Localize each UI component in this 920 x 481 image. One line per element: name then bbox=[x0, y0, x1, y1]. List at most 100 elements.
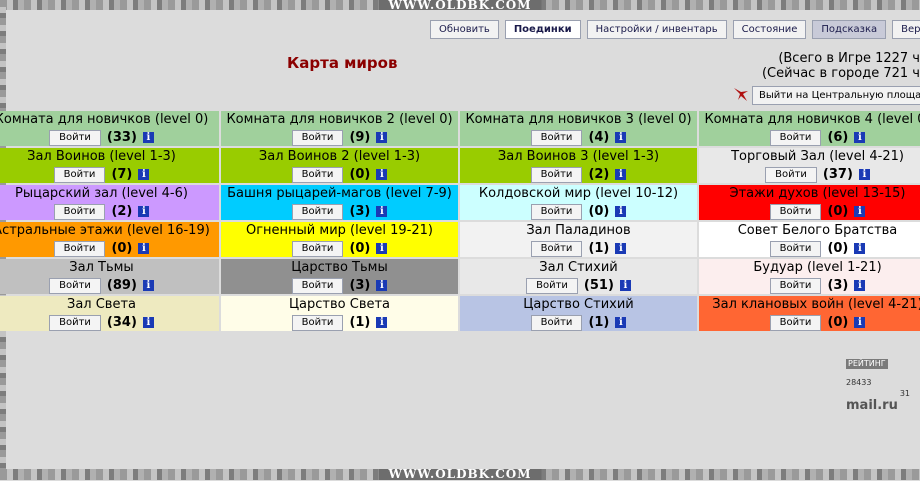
room-name: Будуар (level 1-21) bbox=[753, 260, 882, 275]
info-icon[interactable]: i bbox=[615, 206, 627, 217]
room-cell: Комната для новичков (level 0) Войти (33) i bbox=[0, 111, 219, 146]
fights-button[interactable]: Поединки bbox=[504, 20, 581, 39]
enter-button[interactable]: Войти bbox=[769, 129, 822, 146]
enter-button[interactable]: Войти bbox=[291, 314, 344, 331]
info-icon[interactable]: i bbox=[854, 317, 866, 328]
bird-icon bbox=[732, 85, 752, 105]
enter-button[interactable]: Войти bbox=[291, 129, 344, 146]
room-cell: Комната для новичков 2 (level 0) Войти (9)… bbox=[221, 111, 458, 146]
info-icon[interactable]: i bbox=[376, 243, 388, 254]
enter-button[interactable]: Войти bbox=[769, 277, 822, 294]
room-name: Рыцарский зал (level 4-6) bbox=[15, 186, 188, 201]
enter-button[interactable]: Войти bbox=[765, 166, 817, 183]
enter-button[interactable]: Войти bbox=[769, 203, 822, 220]
rating-counter[interactable]: РЕЙТИНГ 28433 31 mail.ru bbox=[846, 351, 916, 414]
player-count: (7) bbox=[111, 167, 133, 182]
room-actions: Войти (9) i bbox=[221, 129, 458, 146]
info-icon[interactable]: i bbox=[376, 317, 388, 328]
info-icon[interactable]: i bbox=[138, 243, 150, 254]
room-name: Зал Света bbox=[66, 297, 137, 312]
enter-button[interactable]: Войти bbox=[49, 129, 101, 146]
enter-button[interactable]: Войти bbox=[53, 203, 106, 220]
room-name: Зал Стихий bbox=[539, 260, 618, 275]
info-icon[interactable]: i bbox=[615, 132, 627, 143]
info-icon[interactable]: i bbox=[858, 169, 870, 180]
enter-button[interactable]: Войти bbox=[526, 277, 578, 294]
enter-button[interactable]: Войти bbox=[769, 240, 822, 257]
player-count: (34) bbox=[106, 315, 137, 330]
info-icon[interactable]: i bbox=[615, 317, 627, 328]
room-name: Торговый Зал (level 4-21) bbox=[731, 149, 904, 164]
enter-button[interactable]: Войти bbox=[291, 240, 344, 257]
info-icon[interactable]: i bbox=[615, 169, 627, 180]
enter-button[interactable]: Войти bbox=[530, 166, 583, 183]
info-icon[interactable]: i bbox=[138, 206, 150, 217]
room-name: Огненный мир (level 19-21) bbox=[245, 223, 433, 238]
player-count: (2) bbox=[588, 167, 610, 182]
room-name: Комната для новичков 4 (level 0) bbox=[704, 112, 920, 127]
player-count: (89) bbox=[106, 278, 137, 293]
info-icon[interactable]: i bbox=[376, 132, 388, 143]
room-name: Совет Белого Братства bbox=[737, 223, 898, 238]
info-icon[interactable]: i bbox=[854, 280, 866, 291]
mailru-counter: mail.ru bbox=[846, 398, 898, 413]
info-icon[interactable]: i bbox=[142, 317, 154, 328]
room-cell: Зал Паладинов Войти (1) i bbox=[460, 222, 697, 257]
room-actions: Войти (34) i bbox=[0, 314, 219, 331]
room-name: Комната для новичков 3 (level 0) bbox=[465, 112, 692, 127]
enter-button[interactable]: Войти bbox=[291, 203, 344, 220]
info-icon[interactable]: i bbox=[854, 243, 866, 254]
total-in-game: (Всего в Игре 1227 че bbox=[778, 51, 920, 66]
enter-button[interactable]: Войти bbox=[291, 277, 344, 294]
info-icon[interactable]: i bbox=[376, 206, 388, 217]
info-icon[interactable]: i bbox=[376, 280, 388, 291]
info-icon[interactable]: i bbox=[619, 280, 631, 291]
player-count: (2) bbox=[111, 204, 133, 219]
return-button[interactable]: Вернуть bbox=[892, 20, 920, 39]
room-actions: Войти (0) i bbox=[221, 240, 458, 257]
info-icon[interactable]: i bbox=[142, 132, 154, 143]
enter-button[interactable]: Войти bbox=[49, 277, 101, 294]
enter-button[interactable]: Войти bbox=[53, 240, 106, 257]
room-actions: Войти (3) i bbox=[221, 203, 458, 220]
enter-button[interactable]: Войти bbox=[49, 314, 101, 331]
info-icon[interactable]: i bbox=[854, 206, 866, 217]
room-cell: Зал Стихий Войти (51) i bbox=[460, 259, 697, 294]
enter-button[interactable]: Войти bbox=[769, 314, 822, 331]
enter-button[interactable]: Войти bbox=[53, 166, 106, 183]
refresh-button[interactable]: Обновить bbox=[430, 20, 499, 39]
enter-button[interactable]: Войти bbox=[530, 240, 583, 257]
room-actions: Войти (3) i bbox=[221, 277, 458, 294]
room-cell: Царство Стихий Войти (1) i bbox=[460, 296, 697, 331]
player-count: (0) bbox=[349, 167, 371, 182]
enter-button[interactable]: Войти bbox=[530, 129, 583, 146]
room-name: Царство Света bbox=[288, 297, 391, 312]
room-name: Зал Воинов 3 (level 1-3) bbox=[497, 149, 660, 164]
central-square-button[interactable]: Выйти на Центральную площа bbox=[752, 85, 920, 105]
info-icon[interactable]: i bbox=[138, 169, 150, 180]
site-logo-bottom: WWW.OLDBK.COM bbox=[378, 468, 542, 480]
info-icon[interactable]: i bbox=[854, 132, 866, 143]
status-button[interactable]: Состояние bbox=[732, 20, 807, 39]
info-icon[interactable]: i bbox=[376, 169, 388, 180]
hint-button[interactable]: Подсказка bbox=[812, 20, 887, 39]
player-count: (3) bbox=[349, 278, 371, 293]
room-cell: Колдовской мир (level 10-12) Войти (0) i bbox=[460, 185, 697, 220]
room-name: Зал Воинов 2 (level 1-3) bbox=[258, 149, 421, 164]
player-count: (0) bbox=[111, 241, 133, 256]
settings-inventory-button[interactable]: Настройки / инвентарь bbox=[586, 20, 727, 39]
enter-button[interactable]: Войти bbox=[291, 166, 344, 183]
enter-button[interactable]: Войти bbox=[530, 314, 583, 331]
info-icon[interactable]: i bbox=[615, 243, 627, 254]
central-square-group: Выйти на Центральную площа bbox=[732, 85, 920, 105]
room-cell: Зал Воинов 3 (level 1-3) Войти (2) i bbox=[460, 148, 697, 183]
room-actions: Войти (0) i bbox=[699, 314, 920, 331]
room-name: Астральные этажи (level 16-19) bbox=[0, 223, 210, 238]
enter-button[interactable]: Войти bbox=[530, 203, 583, 220]
room-name: Зал Воинов (level 1-3) bbox=[27, 149, 176, 164]
room-cell: Зал Света Войти (34) i bbox=[0, 296, 219, 331]
player-count: (1) bbox=[588, 241, 610, 256]
site-logo-top: WWW.OLDBK.COM bbox=[378, 0, 542, 11]
room-name: Царство Стихий bbox=[523, 297, 634, 312]
info-icon[interactable]: i bbox=[142, 280, 154, 291]
